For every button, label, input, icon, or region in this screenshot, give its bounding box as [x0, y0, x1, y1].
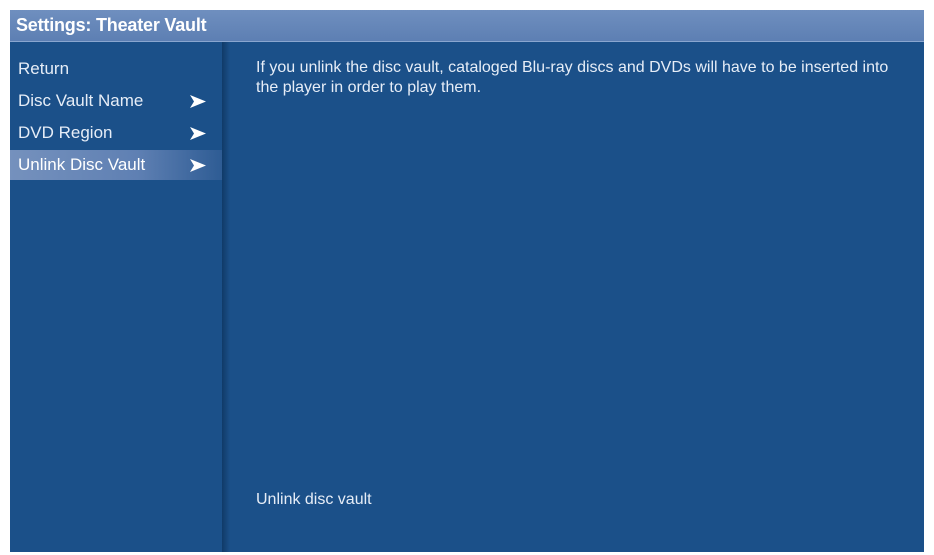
- content-panel: If you unlink the disc vault, cataloged …: [230, 42, 924, 552]
- chevron-right-icon: [190, 159, 206, 172]
- menu-item-dvd-region[interactable]: DVD Region: [10, 118, 222, 148]
- menu-item-disc-vault-name[interactable]: Disc Vault Name: [10, 86, 222, 116]
- menu-item-return[interactable]: Return: [10, 54, 222, 84]
- option-hint: Unlink disc vault: [256, 491, 372, 508]
- sidebar-divider: [222, 42, 230, 552]
- menu-item-unlink-disc-vault[interactable]: Unlink Disc Vault: [10, 150, 222, 180]
- option-description: If you unlink the disc vault, cataloged …: [256, 59, 889, 96]
- chevron-right-icon: [190, 127, 206, 140]
- settings-screen: Settings: Theater Vault Return Disc Vaul…: [10, 10, 924, 552]
- settings-menu: Return Disc Vault Name DVD Region Unlink…: [10, 42, 222, 552]
- chevron-right-icon: [190, 95, 206, 108]
- menu-item-label: Return: [18, 59, 70, 78]
- menu-item-label: Unlink Disc Vault: [18, 155, 146, 174]
- title-bar: Settings: Theater Vault: [10, 10, 924, 42]
- menu-item-label: DVD Region: [18, 123, 113, 142]
- menu-item-label: Disc Vault Name: [18, 91, 144, 110]
- page-title: Settings: Theater Vault: [16, 15, 207, 35]
